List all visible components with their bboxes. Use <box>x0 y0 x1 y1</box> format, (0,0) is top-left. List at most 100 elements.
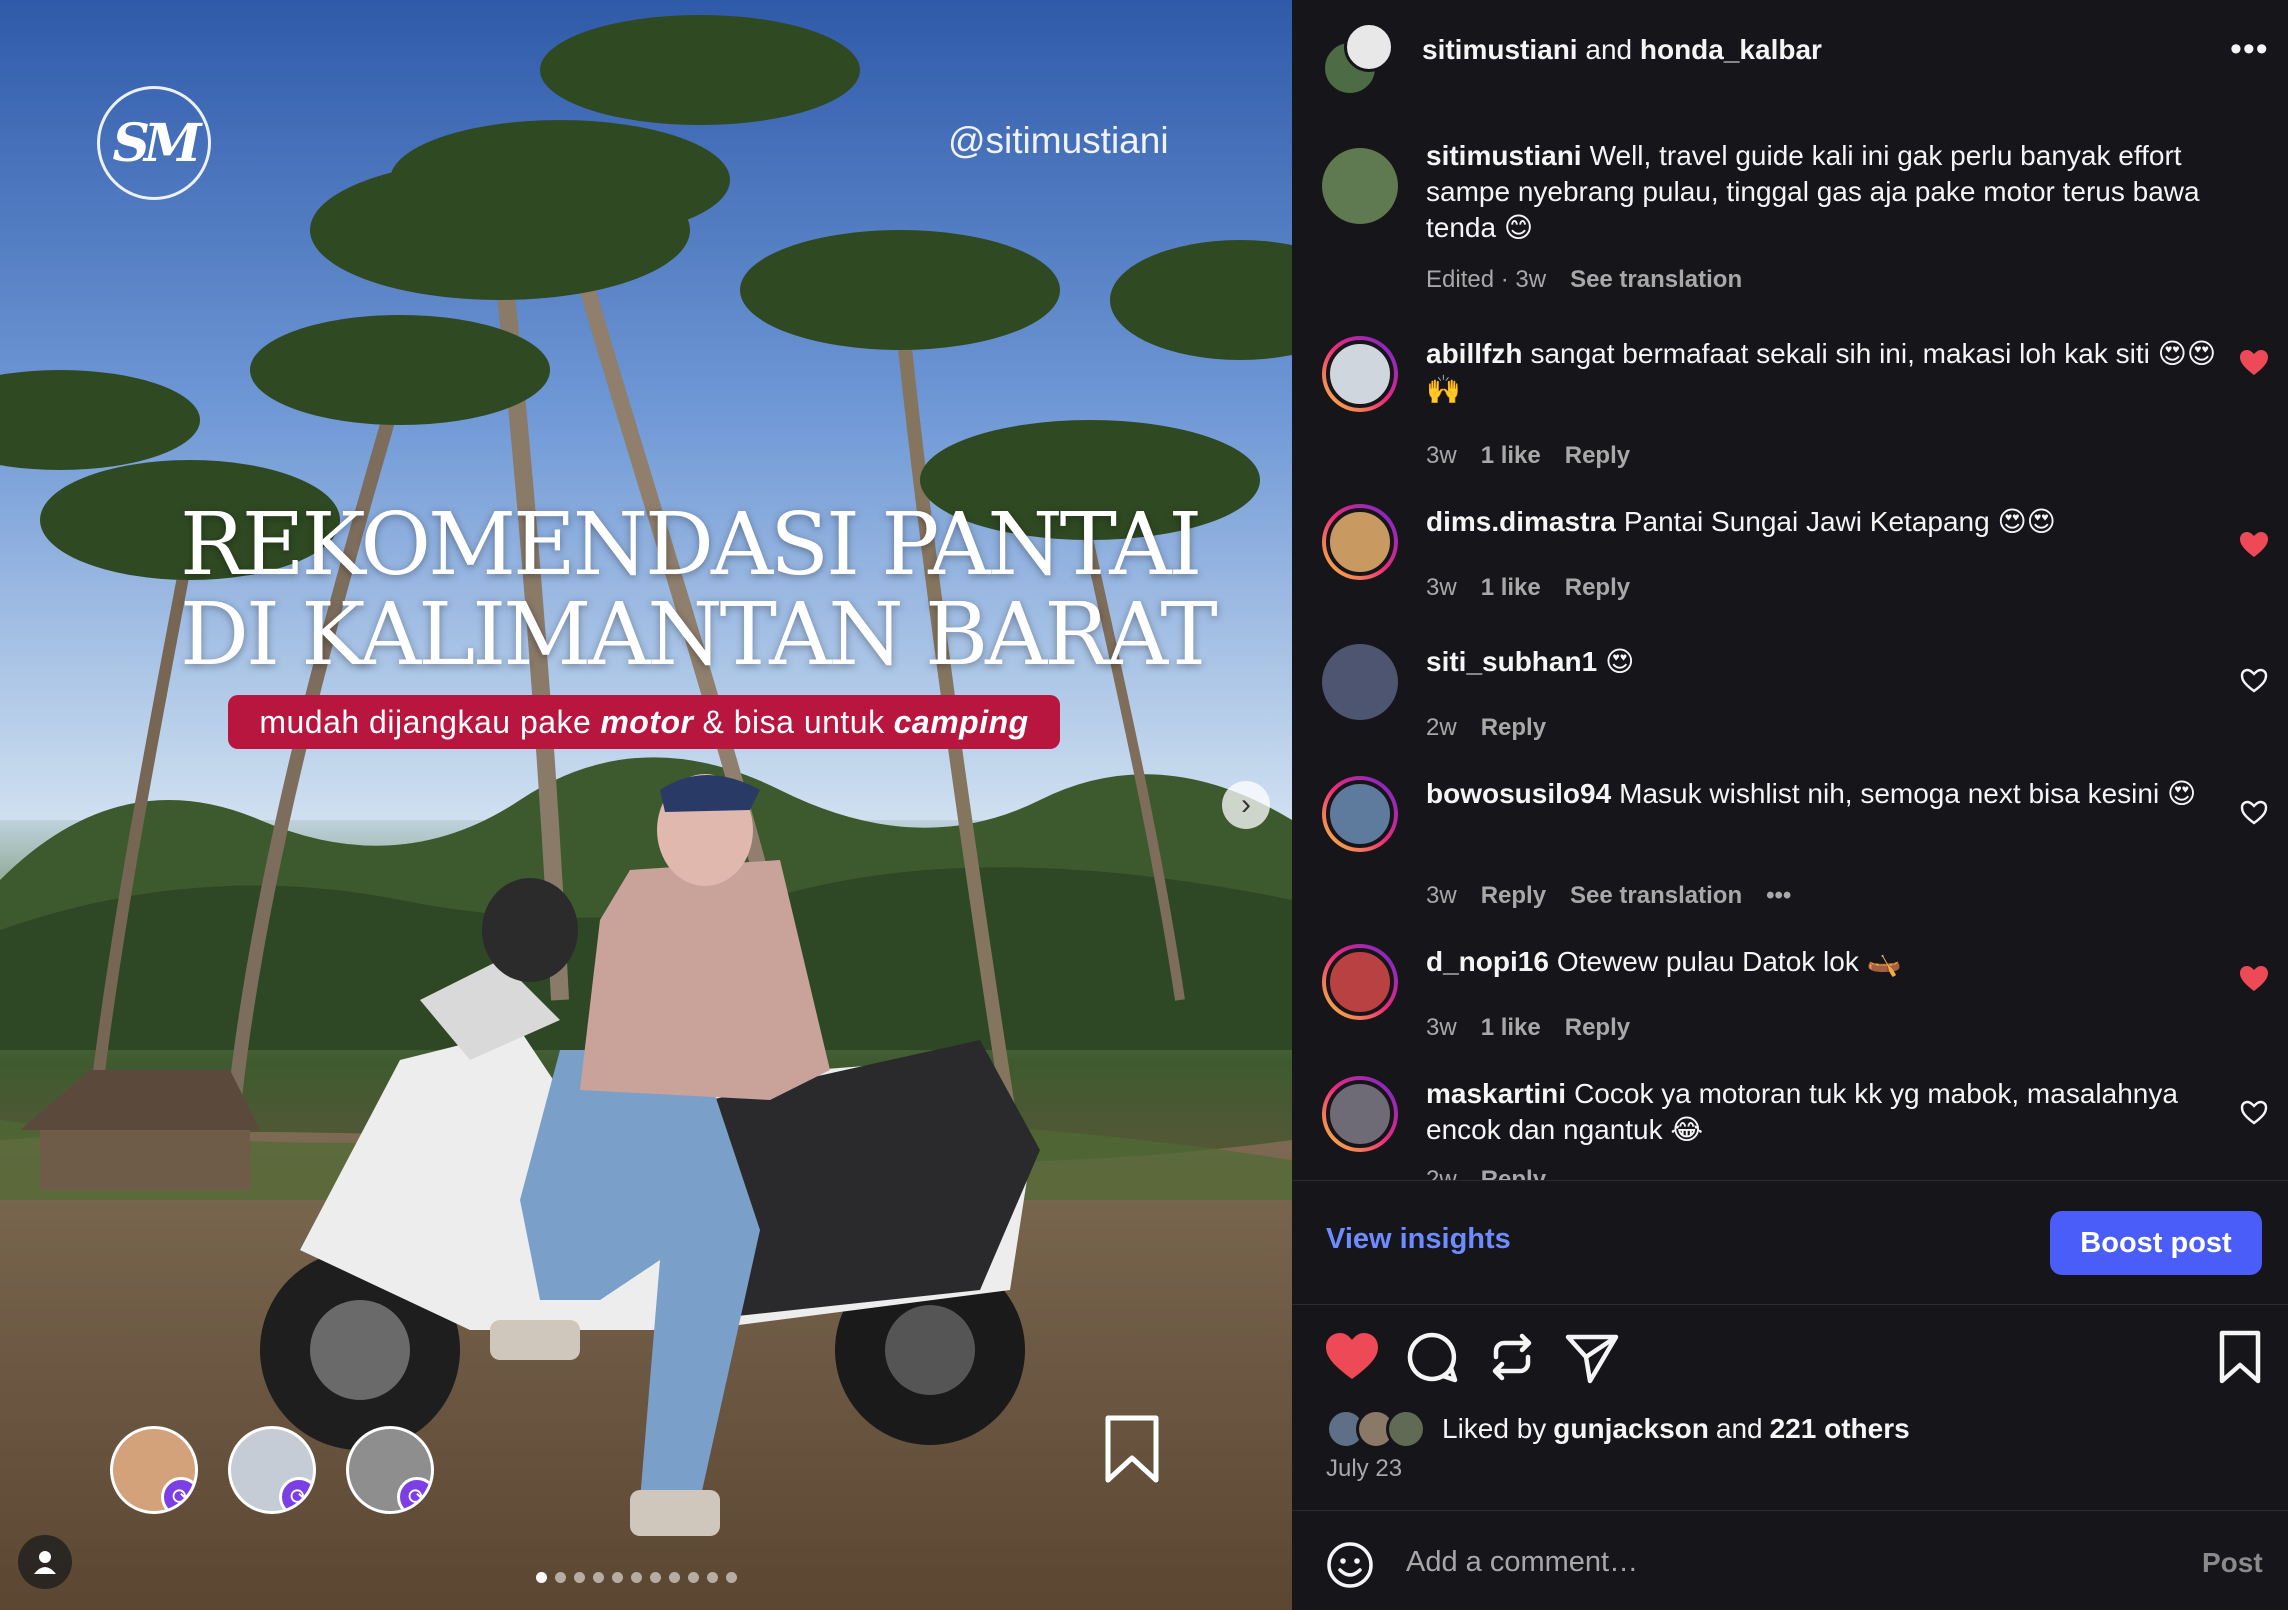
comment-username[interactable]: bowosusilo94 <box>1426 778 1611 809</box>
comment-more-icon[interactable]: ••• <box>1766 882 1791 910</box>
comment-text: 😍 <box>1605 646 1635 677</box>
post-header: sitimustiani and honda_kalbar ••• <box>1292 0 2288 104</box>
liked-others-link[interactable]: 221 others <box>1770 1413 1910 1445</box>
liked-user-link[interactable]: gunjackson <box>1553 1413 1709 1445</box>
heart-outline-icon[interactable] <box>2240 1100 2268 1126</box>
avatar[interactable] <box>1322 504 1398 580</box>
boost-post-button[interactable]: Boost post <box>2050 1211 2262 1275</box>
watermark-handle: @sitimustiani <box>948 120 1169 161</box>
heart-outline-icon[interactable] <box>2240 668 2268 694</box>
post-details-panel: sitimustiani and honda_kalbar ••• sitimu… <box>1292 0 2288 1610</box>
carousel-dot <box>707 1572 718 1583</box>
save-icon[interactable] <box>2210 1327 2270 1387</box>
comment-username[interactable]: siti_subhan1 <box>1426 646 1597 677</box>
carousel-dot <box>612 1572 623 1583</box>
carousel-dot <box>650 1572 661 1583</box>
avatar[interactable] <box>1322 776 1398 852</box>
caption-username[interactable]: sitimustiani <box>1426 140 1582 171</box>
avatar[interactable] <box>1322 644 1398 720</box>
collab-avatar[interactable]: ⟳ <box>346 1426 434 1514</box>
more-icon[interactable]: ••• <box>2230 30 2269 69</box>
user-tag-icon[interactable] <box>18 1535 72 1589</box>
heart-icon[interactable] <box>1322 1327 1382 1387</box>
comment-text: sangat bermafaat sekali sih ini, makasi … <box>1426 338 2217 405</box>
carousel-dot <box>669 1572 680 1583</box>
collab-avatar[interactable]: ⟳ <box>110 1426 198 1514</box>
reply-button[interactable]: Reply <box>1565 1014 1630 1042</box>
comment-username[interactable]: dims.dimastra <box>1426 506 1616 537</box>
banner-bold-1: motor <box>600 703 694 740</box>
avatar[interactable] <box>1322 944 1398 1020</box>
post-comment-button[interactable]: Post <box>2202 1547 2263 1579</box>
post-authors: sitimustiani and honda_kalbar <box>1422 34 1822 66</box>
collab-avatars: ⟳ ⟳ ⟳ <box>110 1426 434 1514</box>
add-comment-bar: Post <box>1292 1510 2288 1610</box>
comment-time: 2w <box>1426 714 1457 741</box>
comment-time: 2w <box>1426 1166 1457 1180</box>
heart-icon[interactable] <box>2240 350 2268 376</box>
banner-text-1: mudah dijangkau pake <box>259 703 592 740</box>
heart-outline-icon[interactable] <box>2240 800 2268 826</box>
coauthor-link[interactable]: honda_kalbar <box>1640 34 1822 65</box>
avatar[interactable] <box>1322 148 1398 224</box>
avatar[interactable] <box>1322 1076 1398 1152</box>
caption-meta: Edited · 3w See translation <box>1426 266 1742 294</box>
reply-button[interactable]: Reply <box>1481 882 1546 910</box>
liked-and: and <box>1715 1413 1763 1444</box>
avatar[interactable] <box>1322 22 1394 96</box>
avatar[interactable] <box>1322 336 1398 412</box>
comment-username[interactable]: d_nopi16 <box>1426 946 1549 977</box>
chevron-right-icon[interactable]: › <box>1222 781 1270 829</box>
caption-edited: Edited · 3w <box>1426 266 1547 293</box>
comment-likes[interactable]: 1 like <box>1481 574 1541 602</box>
likes-summary[interactable]: Liked by gunjackson and 221 others <box>1326 1409 1917 1449</box>
author-link[interactable]: sitimustiani <box>1422 34 1578 65</box>
heart-icon[interactable] <box>2240 532 2268 558</box>
repost-icon[interactable] <box>1482 1327 1542 1387</box>
carousel-indicator <box>536 1572 737 1583</box>
comment-username[interactable]: maskartini <box>1426 1078 1566 1109</box>
comment-text: Masuk wishlist nih, semoga next bisa kes… <box>1619 778 2197 809</box>
comment-time: 3w <box>1426 442 1457 469</box>
liked-prefix: Liked by <box>1442 1413 1547 1444</box>
authors-connector: and <box>1585 34 1633 65</box>
carousel-dot <box>631 1572 642 1583</box>
comment-text: Pantai Sungai Jawi Ketapang 😍😍 <box>1623 506 2056 537</box>
repost-icon: ⟳ <box>397 1477 431 1511</box>
liker-avatars <box>1326 1409 1436 1449</box>
post-actions: Liked by gunjackson and 221 others July … <box>1292 1304 2288 1504</box>
collab-avatar[interactable]: ⟳ <box>228 1426 316 1514</box>
comment-time: 3w <box>1426 1014 1457 1041</box>
emoji-icon[interactable] <box>1326 1541 1374 1589</box>
heart-icon[interactable] <box>2240 966 2268 992</box>
reply-button[interactable]: Reply <box>1481 1166 1546 1180</box>
share-icon[interactable] <box>1562 1327 1622 1387</box>
headline-line-2: DI KALIMANTAN BARAT <box>180 585 1218 685</box>
comment-likes[interactable]: 1 like <box>1481 442 1541 470</box>
bookmark-icon[interactable] <box>1102 1414 1162 1484</box>
view-insights-link[interactable]: View insights <box>1326 1223 1511 1256</box>
logo-text: SM <box>112 112 201 174</box>
carousel-dot <box>688 1572 699 1583</box>
comment-username[interactable]: abillfzh <box>1426 338 1522 369</box>
comment-input[interactable] <box>1406 1537 2086 1587</box>
carousel-dot <box>593 1572 604 1583</box>
comment-icon[interactable] <box>1402 1327 1462 1387</box>
insights-bar: View insights Boost post <box>1292 1180 2288 1304</box>
repost-icon: ⟳ <box>279 1477 313 1511</box>
subheadline-banner: mudah dijangkau pake motor & bisa untuk … <box>228 695 1060 749</box>
reply-button[interactable]: Reply <box>1565 442 1630 470</box>
repost-icon: ⟳ <box>161 1477 195 1511</box>
post-media[interactable]: SM @sitimustiani REKOMENDASI PANTAI DI K… <box>0 0 1292 1610</box>
see-translation-link[interactable]: See translation <box>1570 882 1742 910</box>
see-translation-link[interactable]: See translation <box>1570 266 1742 294</box>
banner-text-2: & bisa untuk <box>702 703 885 740</box>
brand-logo: SM <box>97 86 211 200</box>
comment-likes[interactable]: 1 like <box>1481 1014 1541 1042</box>
carousel-dot <box>555 1572 566 1583</box>
reply-button[interactable]: Reply <box>1481 714 1546 742</box>
reply-button[interactable]: Reply <box>1565 574 1630 602</box>
banner-bold-2: camping <box>893 703 1029 740</box>
beach-photo <box>0 0 1292 1610</box>
comments-list[interactable]: sitimustiani Well, travel guide kali ini … <box>1292 104 2288 1180</box>
